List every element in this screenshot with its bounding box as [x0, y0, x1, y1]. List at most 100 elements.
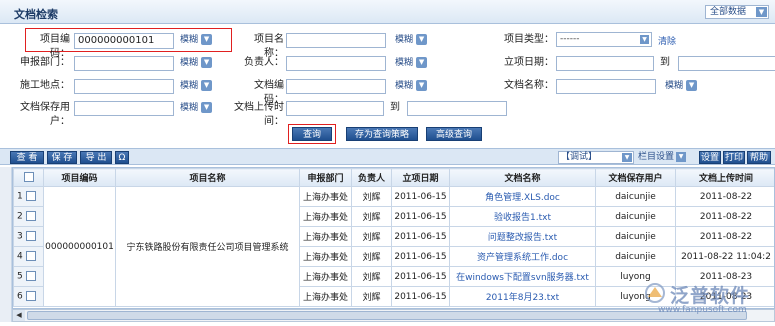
- project-name-input[interactable]: [286, 33, 386, 48]
- col-header[interactable]: 文档上传时间: [675, 168, 774, 187]
- owner-mode-select[interactable]: 模糊 ▼: [395, 56, 428, 70]
- advanced-query-button[interactable]: 高级查询: [426, 127, 482, 141]
- row-checkbox[interactable]: [25, 191, 36, 202]
- setup-date-cell: 2011-06-15: [391, 186, 450, 207]
- clear-link[interactable]: 清除: [658, 34, 676, 47]
- chevron-down-icon: ▼: [622, 153, 632, 162]
- chevron-down-icon: ▼: [686, 80, 698, 91]
- select-all-checkbox[interactable]: [23, 172, 34, 183]
- doc-name-link[interactable]: 在windows下配置svn服务器.txt: [449, 266, 596, 287]
- col-header[interactable]: 项目编码: [43, 168, 116, 187]
- row-number-cell[interactable]: 1: [13, 186, 44, 207]
- watermark: 泛普软件 www.fanpusoft.com: [642, 280, 772, 320]
- col-header[interactable]: 申报部门: [299, 168, 352, 187]
- upload-time-cell: 2011-08-22 11:04:2: [675, 246, 774, 267]
- export-button[interactable]: 导 出: [80, 151, 112, 164]
- omega-button[interactable]: Ω: [115, 151, 129, 164]
- chevron-down-icon: ▼: [676, 151, 687, 162]
- row-checkbox[interactable]: [25, 251, 36, 262]
- row-checkbox[interactable]: [25, 271, 36, 282]
- view-button[interactable]: 查 看: [10, 151, 44, 164]
- setup-date-to-input[interactable]: [678, 56, 775, 71]
- select-all-header[interactable]: [13, 168, 44, 187]
- row-number-cell[interactable]: 2: [13, 206, 44, 227]
- to-label: 到: [390, 102, 400, 113]
- col-header[interactable]: 文档保存用户: [595, 168, 676, 187]
- owner-cell: 刘辉: [351, 206, 392, 227]
- dept-label: 申报部门：: [20, 57, 70, 68]
- scroll-left-icon[interactable]: ◀: [13, 310, 25, 321]
- doc-name-input[interactable]: [556, 79, 656, 94]
- row-number-cell[interactable]: 5: [13, 266, 44, 287]
- dept-input[interactable]: [74, 56, 174, 71]
- save-button[interactable]: 保 存: [47, 151, 77, 164]
- doc-code-mode-select[interactable]: 模糊 ▼: [395, 79, 428, 93]
- row-checkbox[interactable]: [25, 211, 36, 222]
- project-type-select[interactable]: ------ ▼: [556, 32, 652, 47]
- dept-mode-select[interactable]: 模糊 ▼: [180, 56, 213, 70]
- project-code-mode-select[interactable]: 模糊 ▼: [180, 33, 213, 47]
- row-number-cell[interactable]: 4: [13, 246, 44, 267]
- project-name-mode-select[interactable]: 模糊 ▼: [395, 33, 428, 47]
- all-data-select[interactable]: 全部数据 ▼: [705, 5, 769, 19]
- project-code-input[interactable]: 000000000101: [74, 33, 174, 49]
- row-number-cell[interactable]: 3: [13, 226, 44, 247]
- setup-date-cell: 2011-06-15: [391, 206, 450, 227]
- chevron-down-icon: ▼: [416, 80, 428, 91]
- query-button[interactable]: 查询: [292, 127, 332, 141]
- fanpu-logo-icon: [645, 283, 665, 303]
- row-checkbox[interactable]: [25, 231, 36, 242]
- setup-date-label: 立项日期：: [504, 57, 554, 68]
- save-strategy-button[interactable]: 存为查询策略: [346, 127, 418, 141]
- setup-date-cell: 2011-06-15: [391, 246, 450, 267]
- doc-name-link[interactable]: 2011年8月23.txt: [449, 286, 596, 307]
- site-mode-select[interactable]: 模糊 ▼: [180, 79, 213, 93]
- table-header-row: 项目编码 项目名称 申报部门 负责人 立项日期 文档名称 文档保存用户 文档上传…: [13, 168, 774, 187]
- row-number: 6: [17, 291, 23, 302]
- upload-time-from-input[interactable]: [286, 101, 384, 116]
- column-settings-select[interactable]: 栏目设置 ▼: [638, 151, 687, 164]
- setup-date-from-input[interactable]: [556, 56, 654, 71]
- col-header[interactable]: 立项日期: [391, 168, 450, 187]
- owner-cell: 刘辉: [351, 286, 392, 307]
- mode-label: 模糊: [395, 81, 414, 91]
- chevron-down-icon: ▼: [201, 80, 213, 91]
- project-name-cell: 宁东铁路股份有限责任公司项目管理系统: [115, 186, 300, 307]
- row-number: 4: [17, 251, 23, 262]
- doc-name-mode-select[interactable]: 模糊 ▼: [665, 79, 698, 93]
- mode-label: 模糊: [180, 35, 199, 45]
- mode-label: 模糊: [180, 58, 199, 68]
- col-header[interactable]: 项目名称: [115, 168, 300, 187]
- doc-user-mode-select[interactable]: 模糊 ▼: [180, 101, 213, 115]
- doc-user-input[interactable]: [74, 101, 174, 116]
- owner-cell: 刘辉: [351, 246, 392, 267]
- chevron-down-icon: ▼: [416, 34, 428, 45]
- scrollbar-thumb[interactable]: [27, 311, 747, 320]
- mode-label: 模糊: [395, 35, 414, 45]
- doc-name-link[interactable]: 问题整改报告.txt: [449, 226, 596, 247]
- project-type-value: ------: [560, 34, 580, 44]
- upload-time-to-input[interactable]: [407, 101, 507, 116]
- mode-label: 模糊: [180, 81, 199, 91]
- watermark-brand: 泛普软件: [670, 285, 751, 307]
- col-header[interactable]: 文档名称: [449, 168, 596, 187]
- help-button[interactable]: 帮助: [747, 151, 771, 164]
- site-input[interactable]: [74, 79, 174, 94]
- project-code-cell: 000000000101: [43, 186, 116, 307]
- col-header[interactable]: 负责人: [351, 168, 392, 187]
- doc-name-link[interactable]: 验收报告1.txt: [449, 206, 596, 227]
- debug-select[interactable]: 【调试】 ▼: [558, 151, 634, 164]
- chevron-down-icon: ▼: [201, 57, 213, 68]
- settings-button[interactable]: 设置: [699, 151, 721, 164]
- owner-input[interactable]: [286, 56, 386, 71]
- doc-name-link[interactable]: 资产管理系统工作.doc: [449, 246, 596, 267]
- site-label: 施工地点：: [20, 80, 70, 91]
- doc-user-cell: daicunjie: [595, 226, 676, 247]
- doc-code-input[interactable]: [286, 79, 386, 94]
- row-number-cell[interactable]: 6: [13, 286, 44, 307]
- doc-name-link[interactable]: 角色管理.XLS.doc: [449, 186, 596, 207]
- table-row[interactable]: 1 000000000101 宁东铁路股份有限责任公司项目管理系统 上海办事处 刘辉 2…: [13, 186, 774, 307]
- print-button[interactable]: 打印: [723, 151, 745, 164]
- grid-left-gutter: [0, 167, 12, 322]
- row-checkbox[interactable]: [25, 291, 36, 302]
